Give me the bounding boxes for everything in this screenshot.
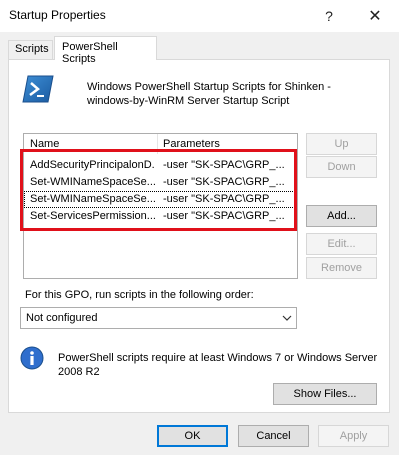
script-parameters: -user "SK-SPAC\GRP_... <box>163 193 285 205</box>
tab-scripts[interactable]: Scripts <box>8 40 53 59</box>
close-button[interactable]: ✕ <box>357 0 393 32</box>
list-item[interactable]: Set-ServicesPermission.... -user "SK-SPA… <box>24 208 297 225</box>
script-name: Set-ServicesPermission.... <box>30 210 155 222</box>
script-parameters: -user "SK-SPAC\GRP_... <box>163 159 285 171</box>
cancel-button[interactable]: Cancel <box>238 425 309 447</box>
ok-button[interactable]: OK <box>157 425 228 447</box>
tab-panel: Windows PowerShell Startup Scripts for S… <box>8 59 390 413</box>
help-button[interactable]: ? <box>311 0 347 32</box>
script-name: AddSecurityPrincipalonD... <box>30 159 155 171</box>
apply-button[interactable]: Apply <box>318 425 389 447</box>
run-order-select[interactable]: Not configured <box>20 307 297 329</box>
remove-button[interactable]: Remove <box>306 257 377 279</box>
down-button[interactable]: Down <box>306 156 377 178</box>
list-item[interactable]: Set-WMINameSpaceSe... -user "SK-SPAC\GRP… <box>24 174 297 191</box>
scripts-list[interactable]: Name Parameters AddSecurityPrincipalonD.… <box>23 133 298 279</box>
column-header-parameters[interactable]: Parameters <box>163 138 220 150</box>
up-button[interactable]: Up <box>306 133 377 155</box>
header-line-2: windows-by-WinRM Server Startup Script <box>87 95 290 107</box>
list-header: Name Parameters <box>24 134 297 154</box>
edit-button[interactable]: Edit... <box>306 233 377 255</box>
header-line-1: Windows PowerShell Startup Scripts for S… <box>87 81 331 93</box>
list-item[interactable]: Set-WMINameSpaceSe... -user "SK-SPAC\GRP… <box>24 191 297 208</box>
script-parameters: -user "SK-SPAC\GRP_... <box>163 210 285 222</box>
run-order-value: Not configured <box>26 312 98 324</box>
column-separator[interactable] <box>157 134 158 154</box>
show-files-button[interactable]: Show Files... <box>273 383 377 405</box>
chevron-down-icon <box>282 315 292 321</box>
header-description: Windows PowerShell Startup Scripts for S… <box>87 80 377 108</box>
add-button[interactable]: Add... <box>306 205 377 227</box>
column-header-name[interactable]: Name <box>30 138 59 150</box>
powershell-icon <box>22 75 54 103</box>
list-item[interactable]: AddSecurityPrincipalonD... -user "SK-SPA… <box>24 157 297 174</box>
requirements-note: PowerShell scripts require at least Wind… <box>58 352 378 378</box>
script-name: Set-WMINameSpaceSe... <box>30 176 155 188</box>
run-order-label: For this GPO, run scripts in the followi… <box>25 289 254 301</box>
window-title: Startup Properties <box>9 8 106 22</box>
title-bar: Startup Properties ? ✕ <box>0 0 399 32</box>
script-name: Set-WMINameSpaceSe... <box>30 193 155 205</box>
tab-powershell-scripts[interactable]: PowerShell Scripts <box>54 36 157 65</box>
script-parameters: -user "SK-SPAC\GRP_... <box>163 176 285 188</box>
info-icon <box>20 346 44 370</box>
